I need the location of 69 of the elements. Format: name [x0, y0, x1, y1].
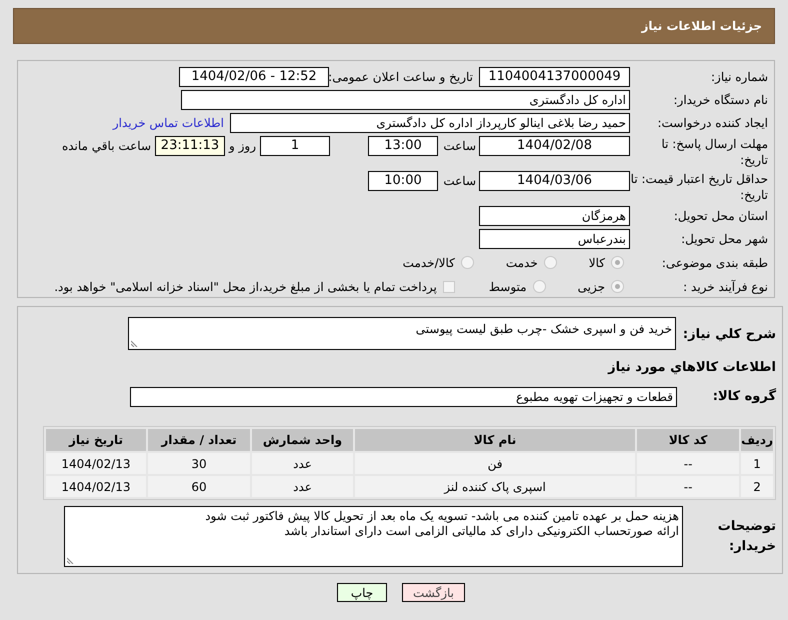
- section-title: اطلاعات کالاهاي مورد نياز: [608, 360, 776, 375]
- field-label: طبقه بندی موضوعی:: [662, 256, 768, 270]
- field-label: ساعت: [442, 138, 476, 155]
- field-label: شماره نیاز:: [711, 70, 768, 84]
- table-cell: --: [637, 453, 740, 474]
- input-field[interactable]: قطعات و تجهیزات تهویه مطبوع: [130, 387, 677, 407]
- field-label: استان محل تحویل:: [674, 209, 768, 223]
- radio-button[interactable]: [611, 256, 624, 269]
- input-field[interactable]: هرمزگان: [479, 206, 630, 226]
- field-label: حداقل تاریخ اعتبار قیمت: تا تاریخ:: [630, 172, 768, 202]
- column-header: ردیف: [741, 429, 773, 451]
- field-label: مهلت ارسال پاسخ: تا تاریخ:: [661, 137, 768, 167]
- radio-button[interactable]: [611, 280, 624, 293]
- table-cell: 1: [741, 453, 773, 474]
- field-label: تاریخ و ساعت اعلان عمومی:: [328, 70, 473, 84]
- checkbox-label: پرداخت تمام یا بخشی از مبلغ خرید،از محل "اسناد خزانه اسلامی" خواهد بود.: [54, 278, 437, 296]
- radio-label: کالا: [588, 254, 605, 272]
- input-field[interactable]: 1404/02/08: [479, 136, 630, 156]
- table-cell: فن: [355, 453, 636, 474]
- print-button[interactable]: چاپ: [337, 583, 387, 602]
- radio-button[interactable]: [532, 280, 546, 293]
- field-label: ساعت باقي مانده: [62, 138, 151, 155]
- radio-label: خدمت: [506, 254, 538, 272]
- radio-button[interactable]: [460, 256, 474, 269]
- table-cell: --: [637, 476, 740, 497]
- input-field[interactable]: بندرعباس: [479, 229, 630, 249]
- field-label: شرح کلي نياز:: [682, 327, 776, 342]
- checkbox[interactable]: [442, 280, 455, 292]
- column-header: نام کالا: [355, 429, 636, 451]
- input-field[interactable]: 1: [260, 136, 330, 156]
- field-label: گروه کالا:: [712, 389, 776, 404]
- input-field[interactable]: حمید رضا بلاغی اینالو کارپرداز اداره کل دادگستری: [230, 113, 630, 133]
- table-cell: 2: [741, 476, 773, 497]
- input-field[interactable]: 1404/03/06: [479, 171, 630, 191]
- field-label: توضیحات خریدار:: [718, 519, 776, 554]
- back-button[interactable]: بازگشت: [402, 583, 465, 602]
- column-header: تاریخ نیاز: [46, 429, 146, 451]
- input-field[interactable]: 23:11:13: [155, 136, 225, 156]
- resize-grip-icon: [67, 557, 74, 564]
- input-field[interactable]: اداره کل دادگستری: [181, 90, 630, 110]
- table-cell: 60: [148, 476, 250, 497]
- radio-label: جزیی: [578, 278, 605, 296]
- table-cell: 1404/02/13: [46, 453, 146, 474]
- resize-grip-icon: [131, 340, 138, 347]
- input-field[interactable]: 10:00: [368, 171, 438, 191]
- column-header: کد کالا: [637, 429, 740, 451]
- field-label: روز و: [229, 138, 256, 155]
- field-label: شهر محل تحویل:: [681, 232, 768, 246]
- field-label: ساعت: [442, 173, 476, 190]
- input-field[interactable]: 1404/02/06 - 12:52: [179, 67, 329, 87]
- buyer-contact-link[interactable]: اطلاعات تماس خریدار: [112, 114, 224, 132]
- input-field[interactable]: 1104004137000049: [479, 67, 630, 87]
- column-header: واحد شمارش: [252, 429, 353, 451]
- field-label: نوع فرآیند خرید :: [683, 280, 768, 294]
- radio-button[interactable]: [544, 256, 557, 269]
- column-header: تعداد / مقدار: [148, 429, 250, 451]
- table-cell: عدد: [252, 453, 353, 474]
- buyer-notes-textarea[interactable]: هزینه حمل بر عهده تامین کننده می باشد- تسویه یک ماه بعد از تحویل کالا پیش فاکتور ثبت شود ارائه صورتحساب الکترونیکی دارای کد مالیاتی الزامی است دارای استاندار باشد: [64, 506, 683, 567]
- table-cell: 1404/02/13: [46, 476, 146, 497]
- field-label: نام دستگاه خریدار:: [674, 93, 768, 107]
- summary-textarea[interactable]: خرید فن و اسپری خشک -چرب طبق لیست پیوستی: [128, 317, 676, 350]
- table-cell: اسپری پاک کننده لنز: [355, 476, 636, 497]
- table-cell: 30: [148, 453, 250, 474]
- table-cell: عدد: [252, 476, 353, 497]
- radio-label: کالا/خدمت: [402, 254, 455, 272]
- input-field[interactable]: 13:00: [368, 136, 438, 156]
- field-label: ایجاد کننده درخواست:: [657, 116, 768, 130]
- radio-label: متوسط: [488, 278, 527, 296]
- page-title: جزئیات اطلاعات نیاز: [641, 18, 762, 35]
